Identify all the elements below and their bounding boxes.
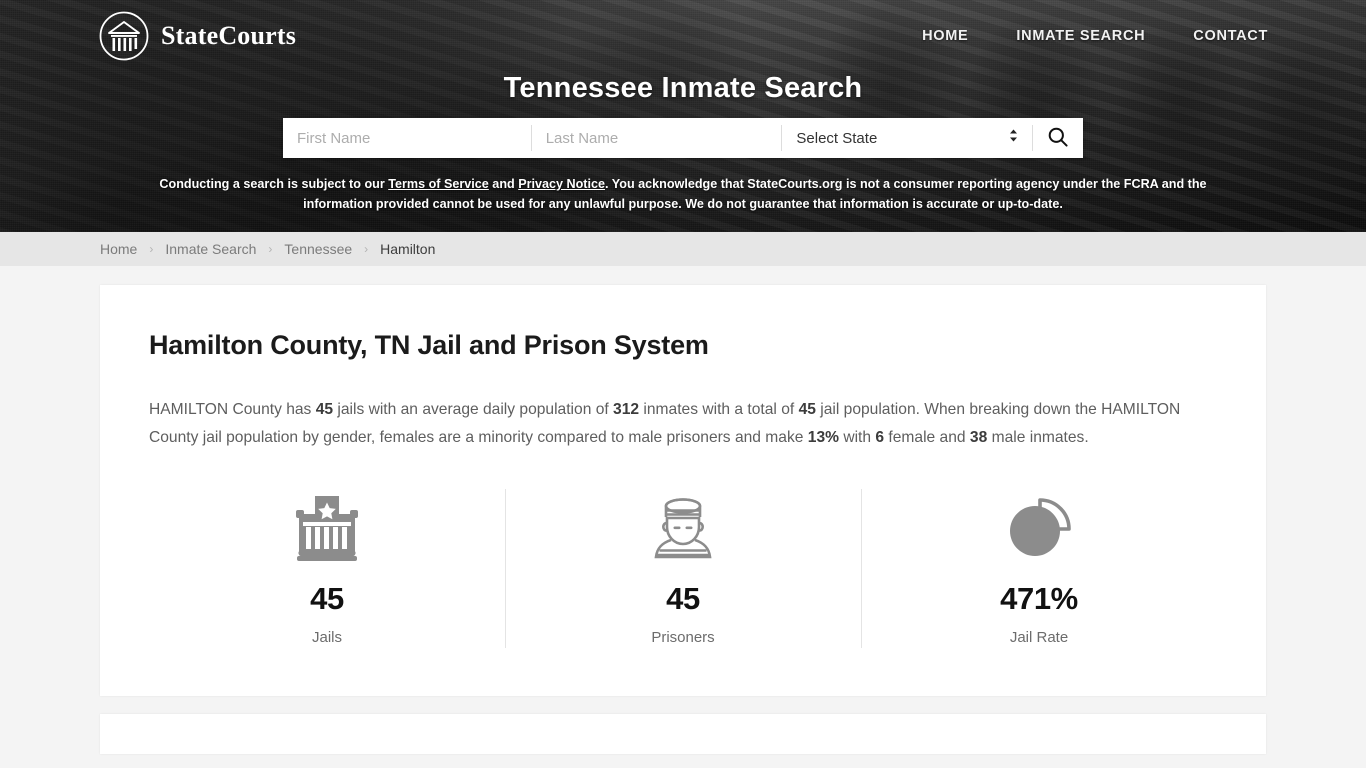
- county-summary-paragraph: HAMILTON County has 45 jails with an ave…: [149, 396, 1217, 452]
- breadcrumb-item-home[interactable]: Home: [100, 241, 137, 257]
- state-select[interactable]: Select State: [782, 118, 1033, 158]
- female-count-inline: 6: [875, 428, 885, 446]
- summary-text: male inmates.: [987, 428, 1089, 446]
- breadcrumb-bar: Home › Inmate Search › Tennessee › Hamil…: [0, 232, 1366, 266]
- stat-jails: 45 Jails: [149, 485, 505, 652]
- summary-text: female and: [884, 428, 970, 446]
- breadcrumb-separator-icon: ›: [268, 242, 273, 256]
- last-name-input[interactable]: [531, 118, 782, 158]
- summary-text: inmates with a total of: [639, 401, 799, 418]
- jails-count-inline: 45: [315, 401, 334, 418]
- stat-value-jail-rate: 471%: [1000, 580, 1078, 616]
- first-name-input[interactable]: [283, 118, 531, 158]
- breadcrumb-item-inmate-search[interactable]: Inmate Search: [165, 241, 256, 257]
- breadcrumb: Home › Inmate Search › Tennessee › Hamil…: [100, 241, 435, 257]
- county-overview-card: Hamilton County, TN Jail and Prison Syst…: [100, 285, 1266, 696]
- main-navigation: HOME INMATE SEARCH CONTACT: [922, 28, 1268, 44]
- privacy-notice-link[interactable]: Privacy Notice: [518, 177, 605, 191]
- pie-chart-icon: [861, 493, 1217, 563]
- jail-building-icon: [149, 493, 505, 563]
- disclaimer-text-1: Conducting a search is subject to our: [159, 177, 389, 191]
- summary-text: jails with an average daily population o…: [333, 401, 614, 418]
- nav-home[interactable]: HOME: [922, 28, 968, 44]
- nav-inmate-search[interactable]: INMATE SEARCH: [1016, 28, 1145, 44]
- hero-title: Tennessee Inmate Search: [503, 72, 863, 104]
- state-select-wrapper: Select State: [782, 118, 1033, 158]
- stat-label-jail-rate: Jail Rate: [1009, 628, 1069, 646]
- nav-contact[interactable]: CONTACT: [1193, 28, 1268, 44]
- county-statistics: 45 Jails 45 Prisoners 471% Jail Rate: [149, 485, 1217, 652]
- avg-daily-population-inline: 312: [613, 401, 640, 418]
- prisoner-icon: [505, 493, 861, 563]
- stat-prisoners: 45 Prisoners: [505, 485, 861, 652]
- female-percent-inline: 13%: [807, 428, 839, 446]
- hero-banner: StateCourts HOME INMATE SEARCH CONTACT T…: [0, 0, 1366, 232]
- total-jail-population-inline: 45: [798, 401, 816, 418]
- search-disclaimer: Conducting a search is subject to our Te…: [133, 174, 1233, 215]
- male-count-inline: 38: [969, 428, 988, 446]
- disclaimer-text-2: and: [488, 177, 519, 191]
- secondary-card: [100, 713, 1266, 754]
- stat-label-jails: Jails: [311, 628, 342, 646]
- search-icon: [1047, 126, 1069, 151]
- stat-value-jails: 45: [310, 580, 344, 616]
- stat-value-prisoners: 45: [666, 580, 700, 616]
- top-bar: StateCourts HOME INMATE SEARCH CONTACT: [0, 0, 1366, 72]
- page-title: Hamilton County, TN Jail and Prison Syst…: [149, 330, 709, 360]
- courthouse-logo-icon: [98, 10, 150, 62]
- inmate-search-form: Select State: [283, 118, 1083, 158]
- breadcrumb-separator-icon: ›: [149, 242, 154, 256]
- search-button[interactable]: [1033, 118, 1083, 158]
- brand-logo-link[interactable]: StateCourts: [98, 10, 296, 62]
- summary-text: with: [838, 428, 876, 446]
- stat-label-prisoners: Prisoners: [651, 628, 715, 646]
- stat-jail-rate: 471% Jail Rate: [861, 485, 1217, 652]
- summary-text: HAMILTON County has: [149, 401, 316, 418]
- brand-name: StateCourts: [161, 21, 297, 50]
- page-content: Hamilton County, TN Jail and Prison Syst…: [0, 285, 1366, 754]
- breadcrumb-item-tennessee[interactable]: Tennessee: [284, 241, 352, 257]
- breadcrumb-separator-icon: ›: [364, 242, 369, 256]
- breadcrumb-item-hamilton: Hamilton: [380, 241, 436, 257]
- terms-of-service-link[interactable]: Terms of Service: [388, 177, 489, 191]
